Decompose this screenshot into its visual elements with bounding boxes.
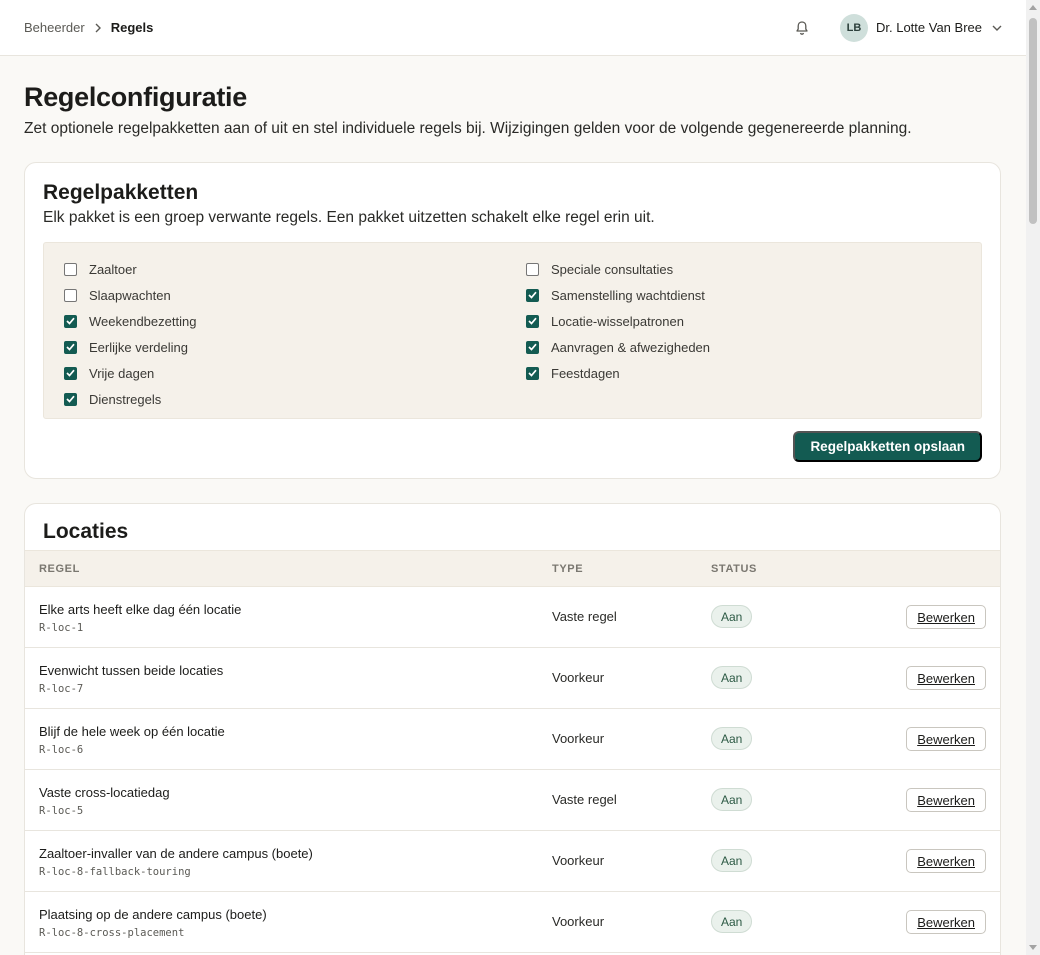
page-scrollbar[interactable] — [1026, 0, 1040, 955]
checkbox-checked[interactable] — [64, 340, 77, 354]
table-row: Evenwicht tussen beide locaties R-loc-7 Vo… — [25, 648, 1000, 709]
pack-item[interactable]: Vrije dagen — [64, 360, 196, 386]
breadcrumb: Beheerder Regels — [24, 20, 153, 35]
rule-id: R-loc-5 — [39, 805, 84, 817]
pack-item[interactable]: Dienstregels — [64, 386, 196, 412]
status-badge: Aan — [711, 605, 753, 628]
column-header-type: TYPE — [552, 563, 584, 575]
chevron-right-icon — [94, 23, 102, 33]
scroll-down-arrow-icon[interactable] — [1029, 945, 1037, 950]
pack-item[interactable]: Zaaltoer — [64, 256, 196, 282]
rule-type: Voorkeur — [552, 914, 605, 929]
rule-type: Vaste regel — [552, 609, 617, 624]
rule-packs-right-column: Speciale consultaties Samenstelling wacht… — [526, 256, 710, 386]
rule-packs-card: Regelpakketten Elk pakket is een groep v… — [24, 162, 1001, 479]
column-header-rule: REGEL — [39, 563, 80, 575]
pack-item[interactable]: Samenstelling wachtdienst — [526, 282, 710, 308]
checkbox-checked[interactable] — [64, 366, 77, 380]
rule-packs-subtitle: Elk pakket is een groep verwante regels.… — [43, 209, 655, 226]
rule-packs-list: Zaaltoer Slaapwachten Weekendbezetting Eerl… — [43, 242, 982, 419]
avatar[interactable]: LB — [840, 13, 868, 42]
bell-icon[interactable] — [792, 18, 812, 38]
table-row: Blijf de hele week op één locatie R-loc-6… — [25, 709, 1000, 770]
checkbox-unchecked[interactable] — [526, 262, 539, 276]
edit-button[interactable]: Bewerken — [906, 849, 986, 873]
checkbox-checked[interactable] — [526, 340, 539, 354]
pack-item[interactable]: Weekendbezetting — [64, 308, 196, 334]
rule-name: Zaaltoer-invaller van de andere campus (… — [39, 846, 313, 861]
checkbox-checked[interactable] — [64, 314, 77, 328]
rule-type: Voorkeur — [552, 670, 605, 685]
pack-item[interactable]: Locatie-wisselpatronen — [526, 308, 710, 334]
edit-button[interactable]: Bewerken — [906, 605, 986, 629]
rule-id: R-loc-8-cross-placement — [39, 927, 185, 939]
status-badge: Aan — [711, 849, 753, 872]
table-row: Elke arts heeft elke dag één locatie R-lo… — [25, 587, 1000, 648]
table-row: Zaaltoer-invaller van de andere campus (… — [25, 831, 1000, 892]
locations-title: Locaties — [43, 520, 129, 543]
pack-label: Locatie-wisselpatronen — [551, 313, 684, 329]
checkbox-checked[interactable] — [64, 392, 77, 406]
page-title: Regelconfiguratie — [24, 82, 247, 112]
chevron-down-icon[interactable] — [992, 24, 1002, 32]
pack-item[interactable]: Eerlijke verdeling — [64, 334, 196, 360]
status-badge: Aan — [711, 666, 753, 689]
pack-item[interactable]: Slaapwachten — [64, 282, 196, 308]
column-header-status: STATUS — [711, 563, 757, 575]
checkbox-checked[interactable] — [526, 366, 539, 380]
table-header: REGEL TYPE STATUS — [25, 550, 1000, 587]
rule-id: R-loc-8-fallback-touring — [39, 866, 191, 878]
edit-button[interactable]: Bewerken — [906, 727, 986, 751]
rule-name: Elke arts heeft elke dag één locatie — [39, 602, 242, 617]
rule-packs-left-column: Zaaltoer Slaapwachten Weekendbezetting Eerl… — [64, 256, 196, 412]
checkbox-unchecked[interactable] — [64, 262, 77, 276]
pack-label: Weekendbezetting — [89, 313, 197, 329]
edit-button[interactable]: Bewerken — [906, 788, 986, 812]
pack-label: Eerlijke verdeling — [89, 339, 188, 355]
breadcrumb-current: Regels — [110, 20, 154, 35]
status-badge: Aan — [711, 727, 753, 750]
rule-name: Evenwicht tussen beide locaties — [39, 663, 224, 678]
pack-label: Samenstelling wachtdienst — [551, 287, 705, 303]
status-badge: Aan — [711, 910, 753, 933]
rule-type: Vaste regel — [552, 792, 617, 807]
table-row: Vaste cross-locatiedag R-loc-5 Vaste regel… — [25, 770, 1000, 831]
page-description: Zet optionele regelpakketten aan of uit … — [24, 120, 912, 137]
status-badge: Aan — [711, 788, 753, 811]
save-rule-packs-button[interactable]: Regelpakketten opslaan — [793, 431, 982, 462]
locations-card: Locaties REGEL TYPE STATUS Elke arts hee… — [24, 503, 1001, 955]
table-body: Elke arts heeft elke dag één locatie R-lo… — [25, 587, 1000, 953]
pack-item[interactable]: Feestdagen — [526, 360, 710, 386]
edit-button[interactable]: Bewerken — [906, 910, 986, 934]
table-row: Plaatsing op de andere campus (boete) R-l… — [25, 892, 1000, 953]
user-area: LB Dr. Lotte Van Bree — [792, 13, 1002, 42]
pack-label: Speciale consultaties — [551, 261, 674, 277]
edit-button[interactable]: Bewerken — [906, 666, 986, 690]
pack-label: Dienstregels — [89, 391, 162, 407]
rule-id: R-loc-6 — [39, 744, 84, 756]
rule-packs-title: Regelpakketten — [43, 181, 199, 204]
scroll-up-arrow-icon[interactable] — [1029, 5, 1037, 10]
pack-label: Aanvragen & afwezigheden — [551, 339, 711, 355]
scrollbar-thumb[interactable] — [1029, 18, 1037, 224]
top-bar: Beheerder Regels LB Dr. Lotte Van Bree — [0, 0, 1026, 56]
pack-item[interactable]: Aanvragen & afwezigheden — [526, 334, 710, 360]
rule-type: Voorkeur — [552, 853, 605, 868]
pack-label: Feestdagen — [551, 365, 620, 381]
pack-label: Slaapwachten — [89, 287, 171, 303]
rule-name: Blijf de hele week op één locatie — [39, 724, 225, 739]
pack-label: Zaaltoer — [89, 261, 137, 277]
checkbox-unchecked[interactable] — [64, 288, 77, 302]
pack-item[interactable]: Speciale consultaties — [526, 256, 710, 282]
checkbox-checked[interactable] — [526, 288, 539, 302]
rule-type: Voorkeur — [552, 731, 605, 746]
rule-name: Plaatsing op de andere campus (boete) — [39, 907, 267, 922]
rule-name: Vaste cross-locatiedag — [39, 785, 170, 800]
checkbox-checked[interactable] — [526, 314, 539, 328]
rule-id: R-loc-1 — [39, 622, 84, 634]
pack-label: Vrije dagen — [89, 365, 155, 381]
user-name[interactable]: Dr. Lotte Van Bree — [876, 20, 982, 35]
breadcrumb-parent-link[interactable]: Beheerder — [24, 20, 85, 35]
rule-id: R-loc-7 — [39, 683, 84, 695]
